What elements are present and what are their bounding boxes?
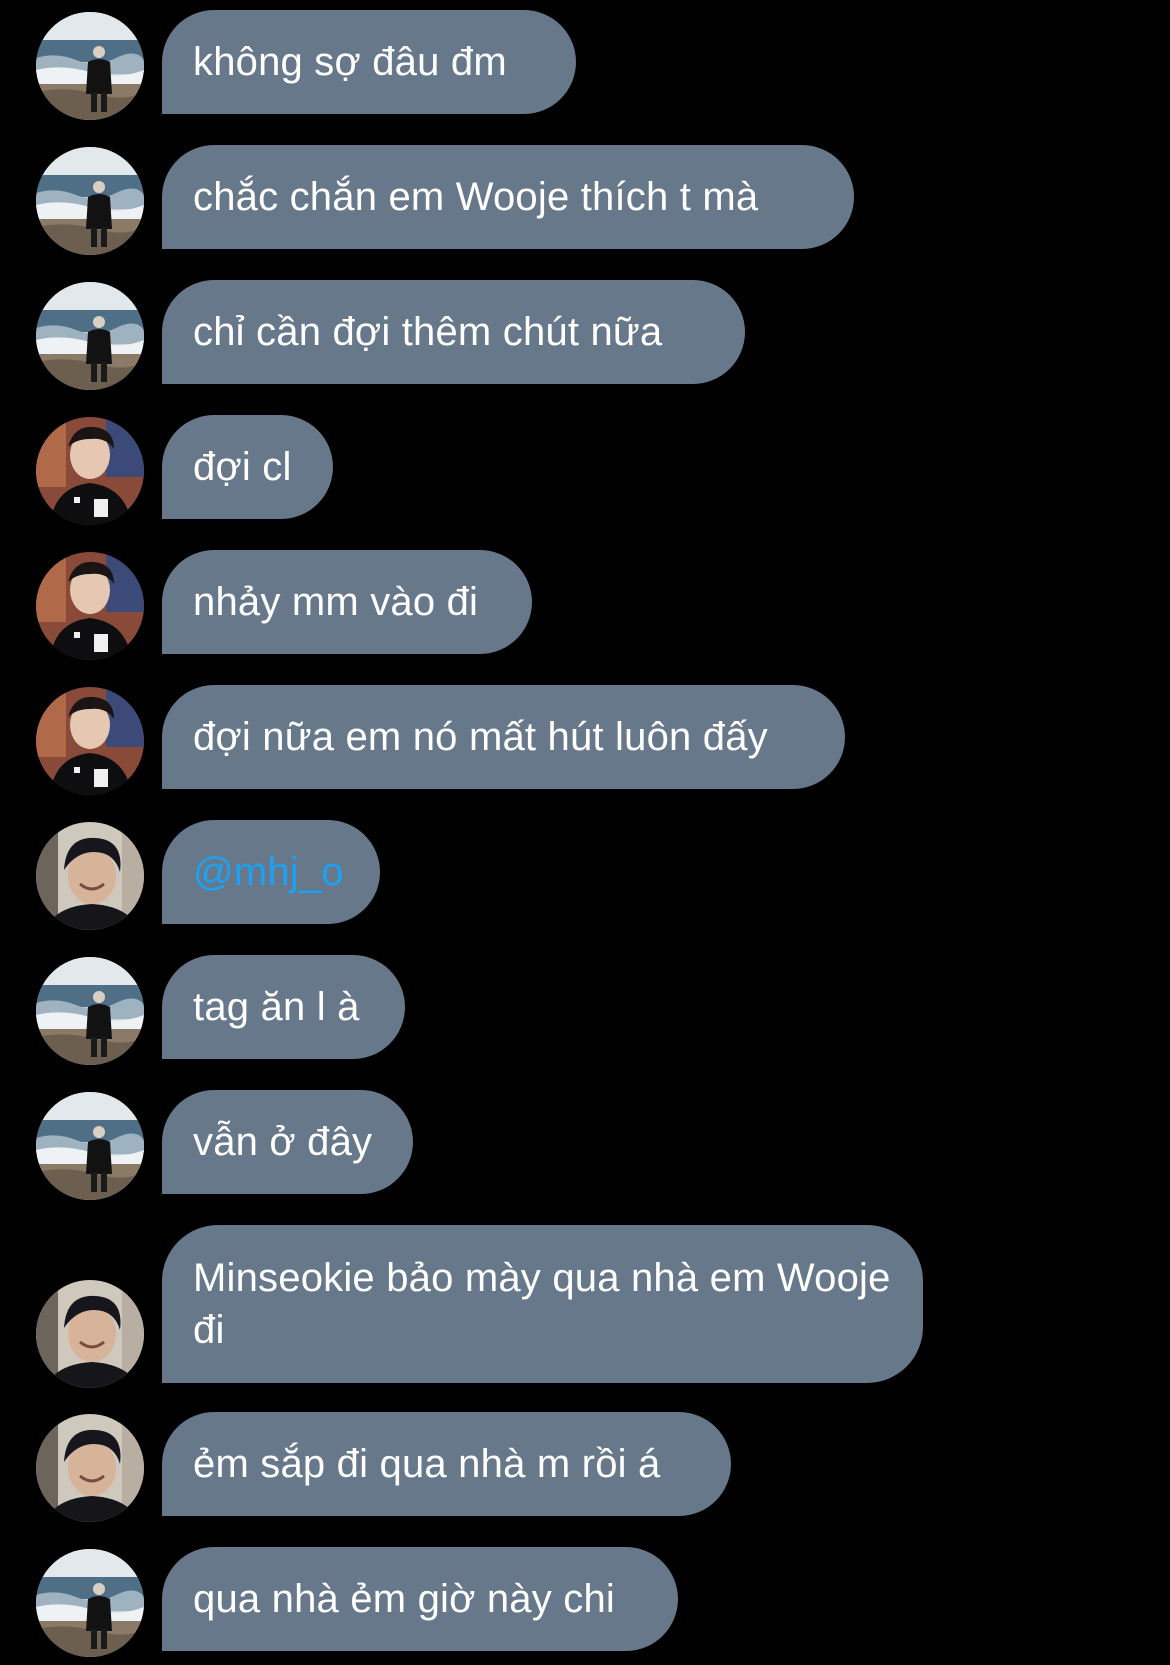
smiling-boy-avatar[interactable] bbox=[36, 1414, 144, 1522]
message-text: qua nhà ẻm giờ này chi bbox=[193, 1577, 615, 1621]
beach-avatar[interactable] bbox=[36, 1549, 144, 1657]
message-row: không sợ đâu đm bbox=[0, 10, 1170, 114]
message-row: chắc chắn em Wooje thích t mà bbox=[0, 145, 1170, 249]
message-bubble[interactable]: vẫn ở đây bbox=[162, 1090, 413, 1194]
message-bubble[interactable]: chắc chắn em Wooje thích t mà bbox=[162, 145, 854, 249]
message-bubble[interactable]: tag ăn l à bbox=[162, 955, 405, 1059]
message-row: nhảy mm vào đi bbox=[0, 550, 1170, 654]
message-row: Minseokie bảo mày qua nhà em Wooje đi bbox=[0, 1225, 1170, 1383]
message-bubble[interactable]: @mhj_o bbox=[162, 820, 380, 924]
message-text: tag ăn l à bbox=[193, 985, 360, 1029]
message-bubble[interactable]: Minseokie bảo mày qua nhà em Wooje đi bbox=[162, 1225, 923, 1383]
message-text: vẫn ở đây bbox=[193, 1120, 373, 1164]
message-bubble[interactable]: chỉ cần đợi thêm chút nữa bbox=[162, 280, 745, 384]
beach-avatar[interactable] bbox=[36, 147, 144, 255]
beach-avatar[interactable] bbox=[36, 282, 144, 390]
message-text: nhảy mm vào đi bbox=[193, 580, 479, 624]
message-text: đợi nữa em nó mất hút luôn đấy bbox=[193, 715, 768, 759]
message-row: ẻm sắp đi qua nhà m rồi á bbox=[0, 1412, 1170, 1516]
message-row: @mhj_o bbox=[0, 820, 1170, 924]
message-bubble[interactable]: không sợ đâu đm bbox=[162, 10, 576, 114]
message-row: đợi nữa em nó mất hút luôn đấy bbox=[0, 685, 1170, 789]
beach-avatar[interactable] bbox=[36, 1092, 144, 1200]
message-text: Minseokie bảo mày qua nhà em Wooje đi bbox=[193, 1256, 891, 1352]
smiling-boy-avatar[interactable] bbox=[36, 1280, 144, 1388]
message-row: tag ăn l à bbox=[0, 955, 1170, 1059]
mention-link[interactable]: @mhj_o bbox=[193, 846, 344, 898]
message-text: chắc chắn em Wooje thích t mà bbox=[193, 175, 759, 219]
message-bubble[interactable]: nhảy mm vào đi bbox=[162, 550, 532, 654]
message-text: đợi cl bbox=[193, 445, 292, 489]
message-row: qua nhà ẻm giờ này chi bbox=[0, 1547, 1170, 1651]
message-bubble[interactable]: đợi cl bbox=[162, 415, 333, 519]
message-bubble[interactable]: đợi nữa em nó mất hút luôn đấy bbox=[162, 685, 845, 789]
message-text: không sợ đâu đm bbox=[193, 40, 507, 84]
message-bubble[interactable]: qua nhà ẻm giờ này chi bbox=[162, 1547, 678, 1651]
black-shirt-avatar[interactable] bbox=[36, 687, 144, 795]
smiling-boy-avatar[interactable] bbox=[36, 822, 144, 930]
chat-message-list[interactable]: không sợ đâu đm chắc chắn em Wooje thích … bbox=[0, 0, 1170, 1665]
message-row: vẫn ở đây bbox=[0, 1090, 1170, 1194]
message-text: chỉ cần đợi thêm chút nữa bbox=[193, 310, 663, 354]
black-shirt-avatar[interactable] bbox=[36, 417, 144, 525]
beach-avatar[interactable] bbox=[36, 957, 144, 1065]
message-row: đợi cl bbox=[0, 415, 1170, 519]
beach-avatar[interactable] bbox=[36, 12, 144, 120]
message-bubble[interactable]: ẻm sắp đi qua nhà m rồi á bbox=[162, 1412, 731, 1516]
black-shirt-avatar[interactable] bbox=[36, 552, 144, 660]
message-text: ẻm sắp đi qua nhà m rồi á bbox=[193, 1442, 661, 1486]
message-row: chỉ cần đợi thêm chút nữa bbox=[0, 280, 1170, 384]
